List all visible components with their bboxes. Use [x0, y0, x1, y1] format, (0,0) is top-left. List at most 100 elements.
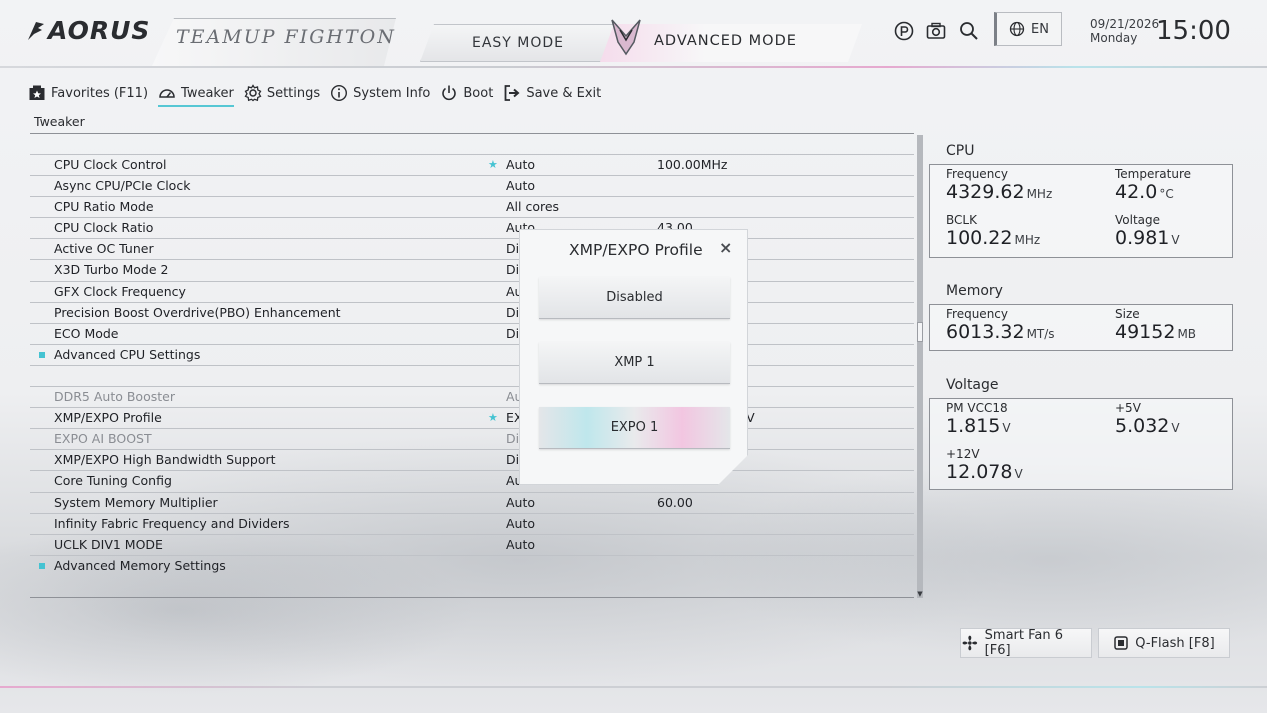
settings-row[interactable]: DDR5 Auto Booster Au [30, 386, 914, 407]
memory-size: Size 49152 MB [1115, 307, 1197, 343]
scrollbar-track[interactable] [917, 135, 923, 598]
setting-name: System Memory Multiplier [54, 494, 218, 510]
voltage-pm-vcc18: PM VCC18 1.815 V [946, 401, 1011, 437]
setting-name: CPU Clock Ratio [54, 220, 154, 236]
clock-time: 15:00 [1156, 16, 1231, 46]
voltage-plus12v: +12V 12.078 V [946, 447, 1023, 483]
setting-name: CPU Clock Control [54, 157, 167, 172]
settings-row[interactable]: System Memory Multiplier Auto 60.00 [30, 491, 914, 513]
cpu-monitor-box: Frequency 4329.62 MHz Temperature 42.0 °C … [929, 164, 1233, 258]
settings-row[interactable]: ECO Mode Di [30, 322, 914, 344]
easy-mode-tab[interactable]: EASY MODE [420, 24, 616, 62]
cpu-bclk: BCLK 100.22 MHz [946, 213, 1041, 249]
list-top-divider [30, 133, 914, 134]
settings-row[interactable]: XMP/EXPO High Bandwidth Support Di [30, 449, 914, 470]
list-bottom-divider [30, 597, 914, 598]
date-text: 09/21/2026 [1090, 17, 1160, 31]
aorus-eagle-icon [28, 22, 44, 40]
settings-submenu-row[interactable]: Advanced CPU Settings [30, 343, 914, 365]
setting-name: Async CPU/PCIe Clock [54, 178, 191, 194]
q-flash-button[interactable]: Q-Flash [F8] [1098, 628, 1230, 658]
submenu-bullet-icon [39, 351, 45, 358]
gear-icon [244, 84, 262, 102]
brand-text: TEAMUP FIGHTON [176, 26, 396, 48]
setting-name: Precision Boost Overdrive(PBO) Enhanceme… [54, 304, 341, 320]
globe-icon [1009, 21, 1025, 37]
voltage-monitor-box: PM VCC18 1.815 V +5V 5.032 V +12V 12.078 V [929, 398, 1233, 490]
menu-tweaker[interactable]: Tweaker [158, 84, 234, 107]
date-display: 09/21/2026 Monday [1090, 17, 1159, 45]
settings-row[interactable]: CPU Clock Ratio Auto 43.00 [30, 217, 914, 238]
setting-value: Auto [506, 536, 536, 552]
settings-row[interactable]: Async CPU/PCIe Clock Auto [30, 175, 914, 196]
setting-name: Infinity Fabric Frequency and Dividers [54, 515, 290, 531]
chip-icon [1114, 636, 1129, 650]
setting-current-value: 100.00MHz [657, 157, 728, 172]
option-disabled[interactable]: Disabled [539, 277, 730, 319]
smart-fan-label: Smart Fan 6 [F6] [984, 628, 1064, 658]
smart-fan-button[interactable]: Smart Fan 6 [F6] [960, 628, 1092, 658]
settings-list: CPU Clock Control ★ Auto 100.00MHz Async CPU… [30, 154, 914, 576]
dialog-title: XMP/EXPO Profile [569, 241, 703, 259]
day-text: Monday [1090, 31, 1138, 45]
settings-row[interactable]: CPU Ratio Mode All cores [30, 196, 914, 217]
camera-icon[interactable] [925, 20, 947, 42]
cpu-voltage: Voltage 0.981 V [1115, 213, 1180, 249]
settings-submenu-row[interactable]: Advanced Memory Settings [30, 554, 914, 576]
main-menu: Favorites (F11) Tweaker Settings System … [28, 82, 611, 107]
settings-row[interactable]: Core Tuning ConfigAuto [30, 470, 914, 491]
voltage-plus5v: +5V 5.032 V [1115, 401, 1180, 437]
settings-row[interactable]: GFX Clock Frequency Au [30, 280, 914, 302]
settings-row[interactable]: Active OC Tuner Di [30, 238, 914, 259]
settings-row[interactable]: XMP/EXPO Profile★EX6-36-72-1.400V [30, 407, 914, 428]
setting-name: XMP/EXPO High Bandwidth Support [54, 452, 276, 468]
power-icon [442, 85, 457, 101]
language-selector[interactable]: EN [994, 12, 1062, 46]
settings-row[interactable]: EXPO AI BOOST Di [30, 428, 914, 449]
settings-spacer [30, 364, 914, 386]
setting-name: GFX Clock Frequency [54, 283, 186, 299]
settings-row[interactable]: UCLK DIV1 MODE Auto [30, 533, 914, 555]
scroll-down-arrow[interactable]: ▼ [916, 590, 924, 598]
setting-value: Auto [506, 157, 536, 172]
q-flash-label: Q-Flash [F8] [1135, 635, 1215, 651]
favorite-star-icon[interactable]: ★ [488, 408, 498, 428]
scrollbar-thumb[interactable] [917, 322, 923, 342]
menu-boot[interactable]: Boot [440, 84, 493, 102]
help-icon[interactable] [893, 20, 915, 42]
option-xmp-1[interactable]: XMP 1 [539, 342, 730, 384]
menu-system-info[interactable]: System Info [330, 84, 430, 102]
setting-value: All cores [506, 199, 560, 215]
menu-label: Favorites (F11) [51, 85, 149, 101]
cpu-frequency: Frequency 4329.62 MHz [946, 167, 1053, 203]
close-icon[interactable]: × [719, 238, 732, 257]
menu-settings[interactable]: Settings [244, 84, 320, 102]
setting-name: CPU Ratio Mode [54, 199, 154, 215]
menu-label: Save & Exit [526, 85, 602, 101]
setting-name: Advanced CPU Settings [54, 346, 201, 362]
advanced-mode-label: ADVANCED MODE [654, 33, 797, 49]
xmp-expo-profile-dialog: XMP/EXPO Profile × Disabled XMP 1 EXPO 1 [519, 229, 748, 485]
setting-current-value: 60.00 [657, 494, 693, 510]
setting-value: Di [506, 452, 520, 468]
menu-label: Settings [266, 85, 321, 101]
setting-value: Di [506, 241, 520, 257]
option-expo-1[interactable]: EXPO 1 [539, 407, 730, 449]
menu-save-exit[interactable]: Save & Exit [503, 84, 601, 102]
setting-name: X3D Turbo Mode 2 [54, 262, 169, 278]
setting-name: Core Tuning Config [54, 473, 172, 489]
search-icon[interactable] [958, 20, 980, 42]
memory-monitor-box: Frequency 6013.32 MT/s Size 49152 MB [929, 304, 1233, 351]
setting-name: EXPO AI BOOST [54, 431, 152, 447]
aorus-logo: AORUS [26, 16, 150, 45]
menu-label: Boot [463, 85, 494, 101]
memory-monitor-title: Memory [946, 283, 1003, 299]
settings-row[interactable]: Precision Boost Overdrive(PBO) Enhanceme… [30, 301, 914, 323]
setting-name: UCLK DIV1 MODE [54, 536, 163, 552]
settings-row[interactable]: Infinity Fabric Frequency and Dividers Au… [30, 512, 914, 534]
settings-row[interactable]: X3D Turbo Mode 2 Di [30, 259, 914, 280]
cpu-monitor-title: CPU [946, 143, 975, 159]
settings-row[interactable]: CPU Clock Control ★ Auto 100.00MHz [30, 154, 914, 175]
menu-favorites[interactable]: Favorites (F11) [28, 84, 148, 102]
favorite-star-icon[interactable]: ★ [488, 155, 498, 175]
